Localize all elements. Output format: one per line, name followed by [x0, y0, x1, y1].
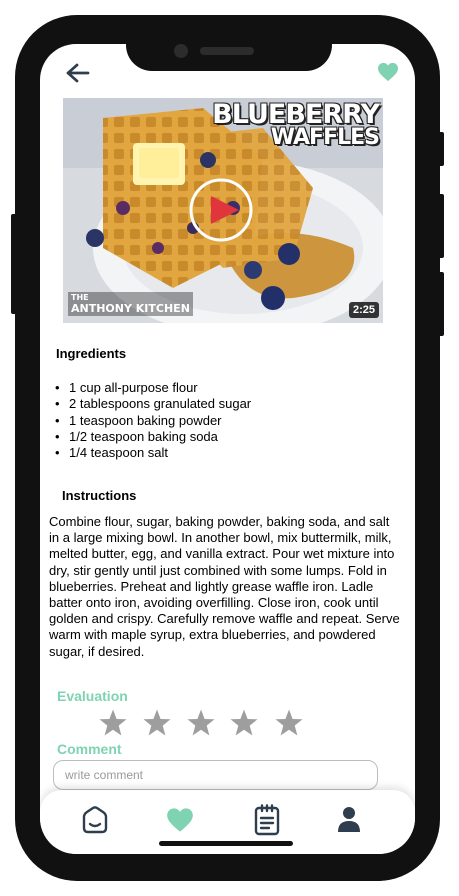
- home-icon: [82, 806, 108, 834]
- app-screen: BLUEBERRY WAFFLES THE ANTHONY KITCHEN 2:…: [40, 44, 415, 854]
- tab-home[interactable]: [79, 804, 111, 836]
- video-duration: 2:25: [348, 302, 379, 318]
- heart-icon: [167, 808, 193, 832]
- star-icon[interactable]: [98, 708, 128, 738]
- star-icon[interactable]: [142, 708, 172, 738]
- device-notch: [126, 15, 332, 71]
- evaluation-heading: Evaluation: [57, 688, 128, 704]
- arrow-left-icon[interactable]: [65, 62, 91, 84]
- camera-icon: [174, 44, 188, 58]
- home-indicator: [159, 841, 293, 846]
- user-icon: [338, 807, 360, 832]
- ingredients-list: 1 cup all-purpose flour 2 tablespoons gr…: [55, 380, 251, 462]
- speaker-grille: [200, 47, 254, 55]
- star-icon[interactable]: [186, 708, 216, 738]
- instructions-text: Combine flour, sugar, baking powder, bak…: [49, 514, 400, 659]
- ingredient-item: 1 teaspoon baking powder: [55, 413, 251, 430]
- brand-prefix: THE: [71, 293, 89, 302]
- ingredient-item: 1/2 teaspoon baking soda: [55, 429, 251, 446]
- tab-profile[interactable]: [333, 804, 365, 836]
- star-icon[interactable]: [274, 708, 304, 738]
- ingredient-item: 1/4 teaspoon salt: [55, 445, 251, 462]
- video-title-line2: WAFFLES: [270, 124, 380, 150]
- comment-heading: Comment: [57, 741, 122, 757]
- notepad-icon: [254, 804, 280, 836]
- side-button-right-1: [438, 132, 444, 166]
- channel-brand: THE ANTHONY KITCHEN: [68, 292, 193, 316]
- ingredient-item: 1 cup all-purpose flour: [55, 380, 251, 397]
- video-title-line1: BLUEBERRY: [212, 99, 380, 130]
- play-icon[interactable]: [189, 178, 253, 242]
- comment-input[interactable]: [53, 760, 378, 790]
- heart-icon[interactable]: [377, 62, 399, 82]
- tab-recipes[interactable]: [251, 804, 283, 836]
- side-button-right-2: [438, 194, 444, 258]
- brand-name: ANTHONY KITCHEN: [71, 302, 190, 315]
- ingredients-heading: Ingredients: [56, 346, 127, 361]
- side-button-left: [11, 214, 17, 314]
- instructions-heading: Instructions: [62, 488, 137, 503]
- video-thumbnail[interactable]: BLUEBERRY WAFFLES THE ANTHONY KITCHEN 2:…: [63, 98, 383, 323]
- video-title: BLUEBERRY WAFFLES: [212, 99, 380, 150]
- star-icon[interactable]: [229, 708, 259, 738]
- tab-favorites[interactable]: [164, 804, 196, 836]
- ingredient-item: 2 tablespoons granulated sugar: [55, 396, 251, 413]
- side-button-right-3: [438, 272, 444, 336]
